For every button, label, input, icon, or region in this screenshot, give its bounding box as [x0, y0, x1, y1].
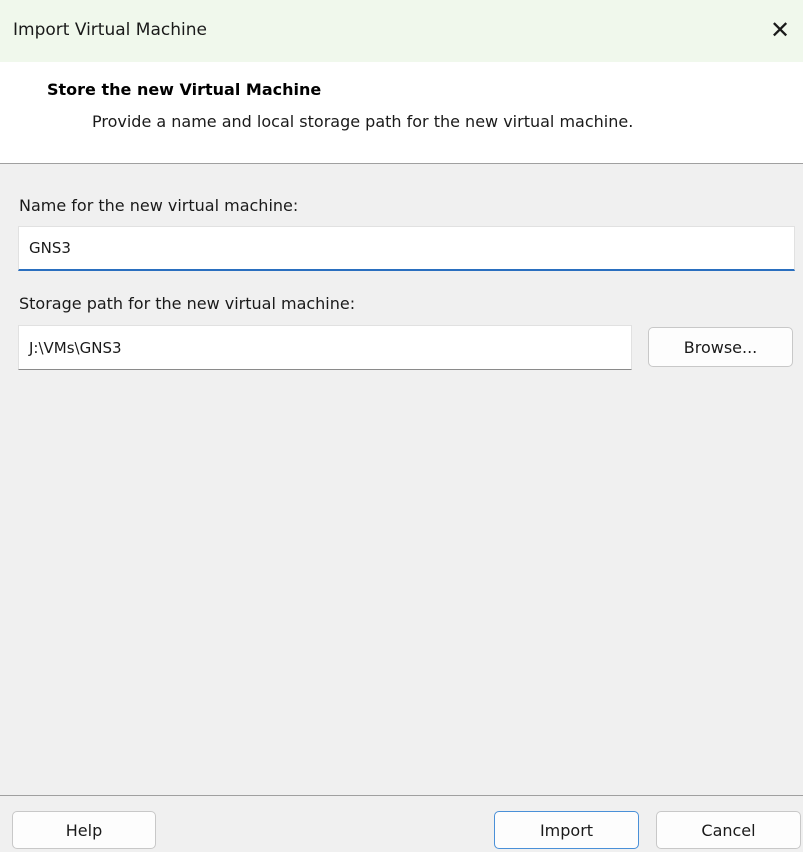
window-title: Import Virtual Machine — [13, 20, 207, 40]
footer-divider — [0, 795, 803, 796]
path-label: Storage path for the new virtual machine… — [19, 294, 356, 313]
storage-path-input[interactable]: J:\VMs\GNS3 — [18, 325, 632, 370]
title-bar: Import Virtual Machine ✕ — [0, 0, 803, 62]
close-icon[interactable]: ✕ — [765, 13, 795, 47]
help-button[interactable]: Help — [12, 811, 156, 849]
vm-name-value: GNS3 — [29, 239, 71, 257]
header-divider — [0, 163, 803, 164]
page-heading: Store the new Virtual Machine — [47, 80, 322, 99]
page-subtitle: Provide a name and local storage path fo… — [92, 112, 634, 131]
import-button[interactable]: Import — [494, 811, 639, 849]
import-vm-dialog: Import Virtual Machine ✕ Store the new V… — [0, 0, 803, 852]
browse-button[interactable]: Browse... — [648, 327, 793, 367]
vm-name-input[interactable]: GNS3 — [18, 226, 795, 271]
storage-path-value: J:\VMs\GNS3 — [29, 338, 122, 357]
cancel-button[interactable]: Cancel — [656, 811, 801, 849]
wizard-header: Store the new Virtual Machine Provide a … — [0, 62, 803, 163]
name-label: Name for the new virtual machine: — [19, 196, 299, 215]
